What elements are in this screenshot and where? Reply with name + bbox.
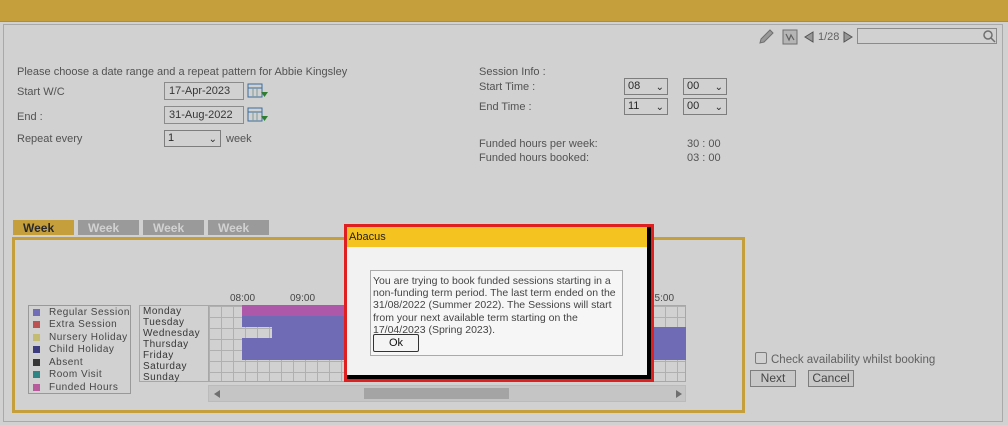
ok-button[interactable]: Ok xyxy=(373,334,419,352)
dialog-title: Abacus xyxy=(347,227,647,247)
dialog-body: Abacus You are trying to book funded ses… xyxy=(347,227,647,375)
dialog-message-text: You are trying to book funded sessions s… xyxy=(373,275,616,336)
alert-dialog: Abacus You are trying to book funded ses… xyxy=(344,224,654,382)
